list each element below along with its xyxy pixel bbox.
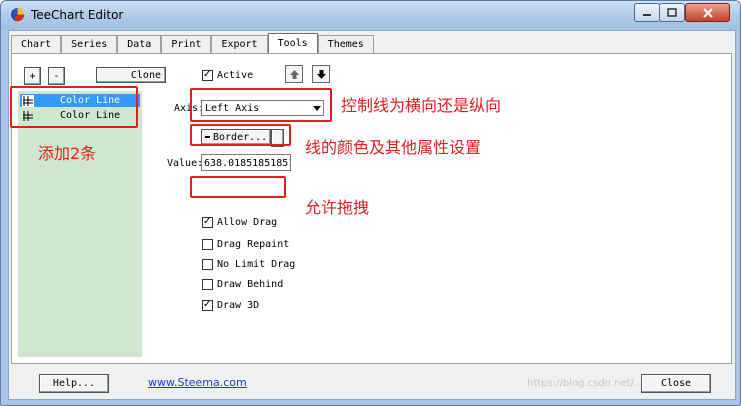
maximize-icon: [667, 8, 677, 17]
draw-behind-checkbox[interactable]: Draw Behind: [202, 279, 283, 290]
footer-bar: Help... www.Steema.com https://blog.csdn…: [9, 368, 735, 399]
checkmark-icon: ✓: [203, 216, 212, 227]
checkbox-box[interactable]: [202, 239, 213, 250]
close-window-button[interactable]: [685, 3, 730, 22]
teechart-app-icon: [10, 7, 25, 22]
border-annotation: 线的颜色及其他属性设置: [305, 138, 482, 157]
tab-tools[interactable]: Tools: [267, 33, 318, 54]
tab-export[interactable]: Export: [211, 35, 268, 54]
axis-annotation: 控制线为横向还是纵向: [341, 96, 502, 115]
tab-print[interactable]: Print: [161, 35, 212, 54]
checkbox-box[interactable]: ✓: [202, 300, 213, 311]
checkbox-box[interactable]: ✓: [202, 217, 213, 228]
tools-list[interactable]: Color Line Color Line: [18, 91, 142, 357]
drag-annotation: 允许拖拽: [305, 198, 370, 217]
allow-drag-highlight: [190, 176, 286, 198]
close-icon: [702, 7, 713, 18]
steema-link[interactable]: www.Steema.com: [148, 376, 247, 389]
tab-chart[interactable]: Chart: [11, 35, 62, 54]
draw-3d-checkbox[interactable]: ✓ Draw 3D: [202, 300, 259, 311]
tab-strip: Chart Series Data Print Export Tools The…: [11, 33, 374, 54]
move-up-button[interactable]: [285, 65, 303, 83]
active-label: Active: [217, 70, 254, 81]
no-limit-drag-checkbox[interactable]: No Limit Drag: [202, 259, 295, 270]
editor-window: TeeChart Editor Chart Series Data Print …: [0, 0, 741, 406]
axis-highlight: [190, 88, 332, 122]
checkbox-box[interactable]: [202, 279, 213, 290]
add-annotation: 添加2条: [38, 144, 97, 163]
checkbox-box[interactable]: ✓: [202, 70, 213, 81]
value-input[interactable]: 638.018518518518: [201, 154, 291, 171]
checkbox-box[interactable]: [202, 259, 213, 270]
tools-list-highlight: [10, 86, 138, 128]
tab-themes[interactable]: Themes: [317, 35, 374, 54]
drag-repaint-label: Drag Repaint: [217, 239, 290, 250]
watermark: https://blog.csdn.net/...: [527, 378, 644, 389]
draw-behind-label: Draw Behind: [217, 279, 284, 290]
value-label: Value:: [167, 158, 204, 169]
clone-button[interactable]: Clone: [96, 67, 166, 83]
remove-tool-button[interactable]: -: [48, 67, 65, 85]
checkmark-icon: ✓: [203, 299, 212, 310]
title-bar[interactable]: TeeChart Editor: [1, 1, 740, 29]
arrow-up-icon: [289, 69, 299, 79]
window-title: TeeChart Editor: [31, 8, 124, 22]
close-button[interactable]: Close: [641, 374, 711, 393]
maximize-button[interactable]: [659, 3, 685, 22]
no-limit-drag-label: No Limit Drag: [217, 259, 296, 270]
minimize-button[interactable]: [634, 3, 660, 22]
tab-data[interactable]: Data: [117, 35, 162, 54]
add-tool-button[interactable]: +: [24, 67, 41, 85]
checkmark-icon: ✓: [203, 69, 212, 80]
tab-series[interactable]: Series: [61, 35, 118, 54]
allow-drag-checkbox[interactable]: ✓ Allow Drag: [202, 217, 277, 228]
drag-repaint-checkbox[interactable]: Drag Repaint: [202, 239, 289, 250]
arrow-down-icon: [316, 69, 326, 79]
border-highlight: [190, 124, 291, 146]
minimize-icon: [643, 13, 651, 16]
active-checkbox[interactable]: ✓ Active: [202, 70, 253, 81]
draw-3d-label: Draw 3D: [217, 300, 260, 311]
allow-drag-label: Allow Drag: [217, 217, 278, 228]
help-button[interactable]: Help...: [39, 374, 109, 393]
move-down-button[interactable]: [312, 65, 330, 83]
